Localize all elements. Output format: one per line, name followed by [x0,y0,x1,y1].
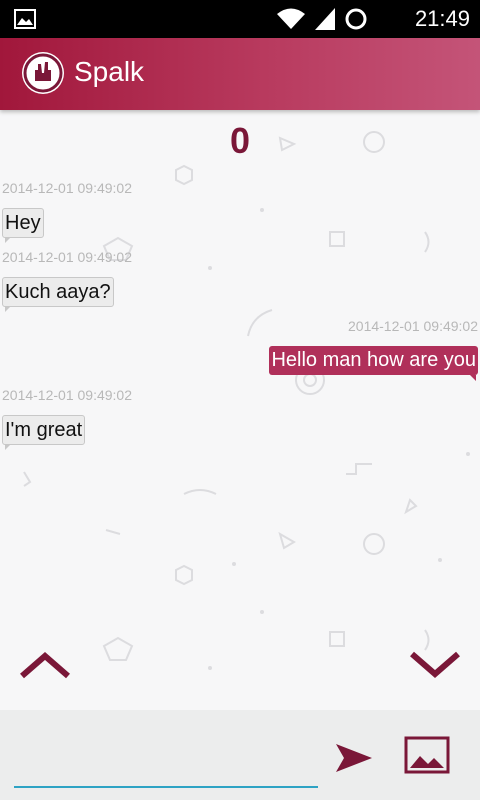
incoming-message-bubble[interactable]: Kuch aaya? [2,277,114,312]
outgoing-message-bubble[interactable]: Hello man how are you [269,346,478,381]
message-timestamp: 2014-12-01 09:49:02 [2,180,132,196]
message-timestamp: 2014-12-01 09:49:02 [2,249,132,265]
status-time: 21:49 [414,6,470,31]
message-composer [0,710,480,800]
send-icon[interactable] [334,742,374,778]
message-input[interactable] [14,740,318,788]
app-bar: Spalk [0,38,480,110]
image-notification-icon [14,9,36,33]
chat-area[interactable]: 0 2014-12-01 09:49:02 Hey 2014-12-01 09:… [0,110,480,710]
incoming-message-bubble[interactable]: Hey [2,208,44,243]
incoming-message-bubble[interactable]: I'm great [2,415,86,450]
message-timestamp: 2014-12-01 09:49:02 [2,387,132,403]
wifi-icon [276,7,306,35]
sync-icon [344,7,368,35]
background-pattern [23,131,470,670]
chevron-up-icon[interactable] [18,650,72,684]
hand-icon[interactable] [22,52,64,94]
app-title: Spalk [74,56,145,87]
message-timestamp: 2014-12-01 09:49:02 [348,318,478,334]
signal-icon [314,7,336,35]
chevron-down-icon[interactable] [408,650,462,684]
image-icon[interactable] [404,736,450,778]
status-bar: 21:49 [0,0,480,38]
message-counter: 0 [229,120,251,161]
